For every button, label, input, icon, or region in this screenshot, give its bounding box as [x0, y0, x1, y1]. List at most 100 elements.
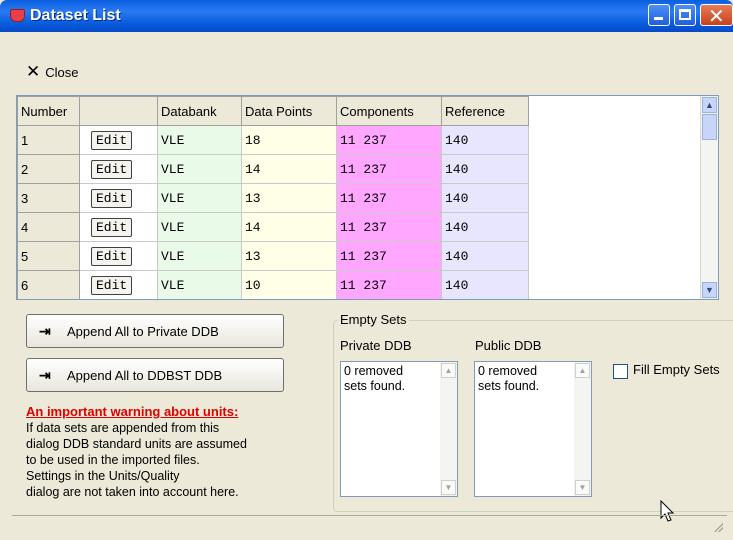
scroll-down-icon[interactable]: ▼	[575, 480, 590, 495]
cell-number[interactable]: 4	[17, 212, 80, 242]
cell-components[interactable]: 11 237	[336, 212, 442, 242]
cell-reference[interactable]: 140	[441, 270, 529, 299]
table-row[interactable]: 2 Edit VLE 14 11 237 140	[17, 154, 529, 184]
cell-components[interactable]: 11 237	[336, 154, 442, 184]
append-icon: ⇥	[39, 322, 51, 339]
private-ddb-listbox[interactable]: 0 removed sets found. ▲ ▼	[340, 361, 458, 497]
minimize-button[interactable]	[648, 4, 670, 26]
public-ddb-listbox[interactable]: 0 removed sets found. ▲ ▼	[474, 361, 592, 497]
warning-line: dialog are not taken into account here.	[26, 485, 239, 499]
cell-databank[interactable]: VLE	[157, 183, 242, 213]
cell-data-points[interactable]: 13	[241, 183, 337, 213]
header-reference[interactable]: Reference	[441, 96, 529, 126]
header-components[interactable]: Components	[336, 96, 442, 126]
warning-line: Settings in the Units/Quality	[26, 469, 180, 483]
edit-button[interactable]: Edit	[91, 188, 133, 208]
header-number[interactable]: Number	[17, 96, 80, 126]
close-button[interactable]: ✕ Close	[26, 62, 79, 82]
close-icon: ✕	[26, 62, 41, 82]
window-title: Dataset List	[30, 7, 121, 24]
empty-sets-label: Empty Sets	[337, 312, 410, 327]
dataset-table: Number Databank Data Points Components R…	[17, 96, 529, 299]
cell-edit: Edit	[79, 183, 158, 213]
edit-button[interactable]: Edit	[91, 275, 133, 295]
cell-databank[interactable]: VLE	[157, 241, 242, 271]
dataset-grid[interactable]: Number Databank Data Points Components R…	[16, 95, 719, 300]
maximize-icon	[679, 9, 691, 20]
units-warning: An important warning about units: If dat…	[26, 404, 321, 500]
cell-databank[interactable]: VLE	[157, 270, 242, 299]
dataset-list-window: Dataset List ✕ ✕ Close Number Databank D…	[0, 0, 733, 540]
grid-scrollbar[interactable]: ▲ ▼	[700, 96, 718, 299]
list-item: 0 removed	[344, 364, 404, 378]
close-x-icon: ✕	[708, 4, 725, 28]
edit-button[interactable]: Edit	[91, 130, 133, 150]
fill-empty-sets-checkbox[interactable]	[613, 364, 628, 379]
grid-header-row: Number Databank Data Points Components R…	[17, 96, 529, 126]
append-private-label: Append All to Private DDB	[67, 323, 219, 339]
header-data-points[interactable]: Data Points	[241, 96, 337, 126]
cell-number[interactable]: 6	[17, 270, 80, 299]
cell-edit: Edit	[79, 241, 158, 271]
header-databank[interactable]: Databank	[157, 96, 242, 126]
cell-reference[interactable]: 140	[441, 212, 529, 242]
app-icon	[10, 9, 25, 22]
cell-data-points[interactable]: 10	[241, 270, 337, 299]
cell-databank[interactable]: VLE	[157, 212, 242, 242]
cell-edit: Edit	[79, 154, 158, 184]
window-close-button[interactable]: ✕	[700, 4, 733, 28]
cell-databank[interactable]: VLE	[157, 154, 242, 184]
cell-number[interactable]: 1	[17, 125, 80, 155]
cell-components[interactable]: 11 237	[336, 125, 442, 155]
cell-data-points[interactable]: 14	[241, 212, 337, 242]
cell-reference[interactable]: 140	[441, 183, 529, 213]
table-row[interactable]: 6 Edit VLE 10 11 237 140	[17, 270, 529, 299]
cell-components[interactable]: 11 237	[336, 241, 442, 271]
append-private-button[interactable]: ⇥ Append All to Private DDB	[26, 314, 284, 348]
cell-components[interactable]: 11 237	[336, 270, 442, 299]
edit-button[interactable]: Edit	[91, 217, 133, 237]
list-item: sets found.	[478, 379, 540, 393]
cell-data-points[interactable]: 14	[241, 154, 337, 184]
scroll-up-icon[interactable]: ▲	[441, 363, 456, 378]
warning-line: If data sets are appended from this	[26, 421, 220, 435]
table-row[interactable]: 1 Edit VLE 18 11 237 140	[17, 125, 529, 155]
cell-edit: Edit	[79, 212, 158, 242]
append-icon: ⇥	[39, 366, 51, 383]
title-bar: Dataset List ✕	[0, 0, 733, 32]
cell-reference[interactable]: 140	[441, 125, 529, 155]
cell-data-points[interactable]: 18	[241, 125, 337, 155]
cell-reference[interactable]: 140	[441, 154, 529, 184]
maximize-button[interactable]	[674, 4, 696, 26]
edit-button[interactable]: Edit	[91, 246, 133, 266]
table-row[interactable]: 3 Edit VLE 13 11 237 140	[17, 183, 529, 213]
header-edit[interactable]	[79, 96, 158, 126]
scroll-down-icon[interactable]: ▼	[702, 282, 717, 298]
listbox-scrollbar[interactable]: ▲ ▼	[440, 362, 457, 496]
cell-reference[interactable]: 140	[441, 241, 529, 271]
fill-empty-sets-label[interactable]: Fill Empty Sets	[633, 362, 720, 377]
cell-databank[interactable]: VLE	[157, 125, 242, 155]
cell-number[interactable]: 3	[17, 183, 80, 213]
table-row[interactable]: 5 Edit VLE 13 11 237 140	[17, 241, 529, 271]
close-button-label: Close	[45, 64, 79, 80]
resize-grip-icon[interactable]	[713, 522, 723, 532]
scroll-thumb[interactable]	[702, 114, 717, 140]
cell-number[interactable]: 2	[17, 154, 80, 184]
minimize-icon	[654, 17, 663, 20]
cell-data-points[interactable]: 13	[241, 241, 337, 271]
public-ddb-label: Public DDB	[475, 338, 542, 353]
status-bar	[12, 515, 727, 538]
append-ddbst-button[interactable]: ⇥ Append All to DDBST DDB	[26, 358, 284, 392]
warning-line: dialog DDB standard units are assumed	[26, 437, 247, 451]
edit-button[interactable]: Edit	[91, 159, 133, 179]
listbox-scrollbar[interactable]: ▲ ▼	[574, 362, 591, 496]
table-row[interactable]: 4 Edit VLE 14 11 237 140	[17, 212, 529, 242]
cell-components[interactable]: 11 237	[336, 183, 442, 213]
cell-number[interactable]: 5	[17, 241, 80, 271]
scroll-up-icon[interactable]: ▲	[702, 97, 717, 113]
warning-line: to be used in the imported files.	[26, 453, 200, 467]
scroll-down-icon[interactable]: ▼	[441, 480, 456, 495]
append-ddbst-label: Append All to DDBST DDB	[67, 367, 223, 383]
scroll-up-icon[interactable]: ▲	[575, 363, 590, 378]
